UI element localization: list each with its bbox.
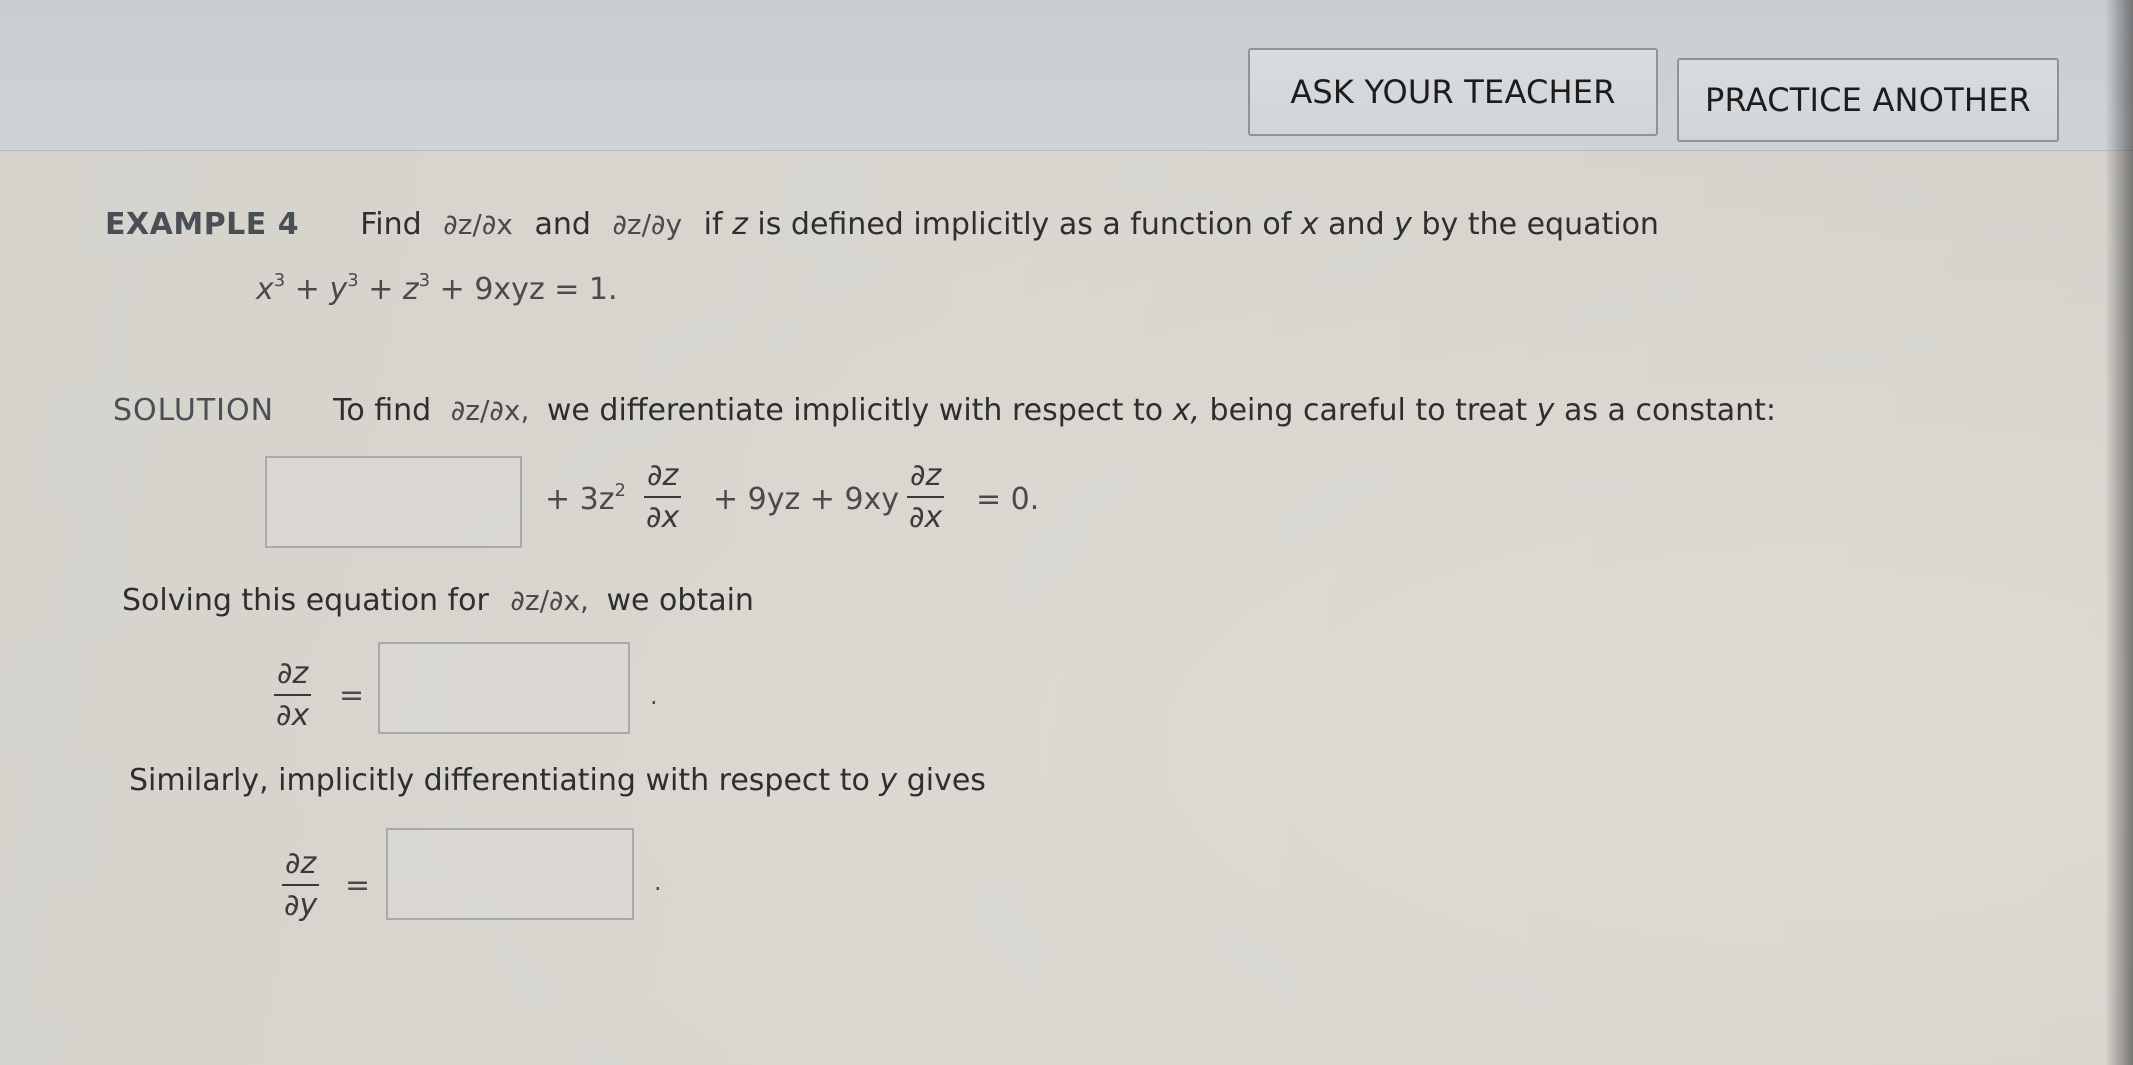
example-dzdy: ∂z/∂y	[612, 208, 683, 241]
eq-x-term: x	[256, 272, 274, 307]
eq-plus-2: +	[368, 272, 394, 307]
eq-xyz-term: 9xyz = 1.	[474, 272, 618, 307]
solution-text-4: as a constant:	[1563, 393, 1776, 428]
solution-y: y	[1536, 393, 1555, 428]
solve-y-y: y	[879, 763, 898, 798]
solution-eq-z-exp: 2	[614, 480, 626, 501]
solve-y-statement: Similarly, implicitly differentiating wi…	[129, 763, 986, 798]
example-x: x	[1300, 207, 1319, 242]
screen-edge-shadow	[2105, 0, 2133, 1065]
frac-2-bar	[907, 496, 945, 498]
eq-z-term: z	[402, 272, 419, 307]
answer-box-dzdx[interactable]	[378, 642, 630, 734]
frac-2-num: ∂z	[910, 458, 942, 493]
solve-x-frac-bar	[274, 694, 312, 696]
solve-y-frac-num: ∂z	[285, 846, 317, 881]
solution-eq-3z: + 3z	[545, 482, 615, 517]
frac-1-num: ∂z	[647, 458, 679, 493]
solve-x-period: .	[650, 682, 658, 710]
example-if: if	[703, 207, 723, 242]
example-statement: EXAMPLE 4 Find ∂z/∂x and ∂z/∂y if z is d…	[105, 207, 1659, 242]
solve-y-period: .	[654, 868, 662, 896]
eq-y-exp: 3	[347, 270, 359, 291]
example-find: Find	[360, 207, 422, 242]
solve-y-text-2: gives	[906, 763, 986, 798]
answer-box-derivative-x-terms[interactable]	[265, 456, 522, 548]
solve-x-frac-num: ∂z	[277, 656, 309, 691]
example-equation: x3 + y3 + z3 + 9xyz = 1.	[256, 270, 618, 307]
eq-x-exp: 3	[273, 270, 286, 291]
eq-z-exp: 3	[418, 270, 431, 291]
solution-text-3: being careful to treat	[1209, 393, 1528, 428]
solution-x: x,	[1172, 393, 1200, 428]
solution-eq-frac-2: ∂z ∂x	[907, 458, 945, 536]
example-dzdx: ∂z/∂x	[443, 208, 513, 241]
solve-x-text-2: we obtain	[606, 583, 754, 618]
solve-x-frac-den: ∂x	[276, 698, 310, 733]
practice-another-button[interactable]: PRACTICE ANOTHER	[1677, 58, 2059, 142]
eq-plus-1: +	[294, 272, 320, 307]
example-y: y	[1394, 207, 1412, 242]
solution-text-2: we differentiate implicitly with respect…	[546, 393, 1164, 428]
solution-dzdx: ∂z/∂x,	[450, 394, 530, 427]
example-z: z	[732, 207, 748, 242]
solve-y-equals: =	[345, 868, 371, 903]
solution-statement: SOLUTION To find ∂z/∂x, we differentiate…	[113, 393, 1776, 428]
ask-your-teacher-button[interactable]: ASK YOUR TEACHER	[1248, 48, 1658, 136]
example-text-2: is defined implicitly as a function of	[757, 207, 1292, 242]
frac-2-den: ∂x	[909, 500, 943, 535]
frac-1-den: ∂x	[646, 500, 680, 535]
solve-x-text: Solving this equation for	[122, 583, 489, 618]
solve-y-frac-den: ∂y	[284, 888, 318, 923]
solution-eq-mid: + 9yz + 9xy	[713, 482, 900, 517]
answer-box-dzdy[interactable]	[386, 828, 634, 920]
example-and-2: and	[1328, 207, 1385, 242]
solution-eq-end: = 0.	[976, 482, 1040, 517]
solve-x-statement: Solving this equation for ∂z/∂x, we obta…	[122, 583, 754, 618]
solve-x-frac: ∂z ∂x	[274, 656, 312, 734]
example-label: EXAMPLE 4	[105, 207, 300, 242]
solve-y-frac-bar	[282, 884, 320, 886]
example-and: and	[534, 207, 591, 242]
solution-label: SOLUTION	[113, 393, 275, 428]
eq-plus-3: +	[439, 272, 465, 307]
solution-eq-frac-1: ∂z ∂x	[644, 458, 682, 536]
example-text-3: by the equation	[1421, 207, 1659, 242]
solve-x-equals: =	[339, 678, 365, 713]
solve-y-frac: ∂z ∂y	[282, 846, 320, 924]
solve-y-text: Similarly, implicitly differentiating wi…	[129, 763, 870, 798]
frac-1-bar	[644, 496, 682, 498]
solution-eq-part-1: + 3z2	[545, 480, 626, 517]
solve-x-dzdx: ∂z/∂x,	[510, 584, 589, 617]
solution-text-1: To find	[333, 393, 432, 428]
eq-y-term: y	[329, 272, 348, 307]
